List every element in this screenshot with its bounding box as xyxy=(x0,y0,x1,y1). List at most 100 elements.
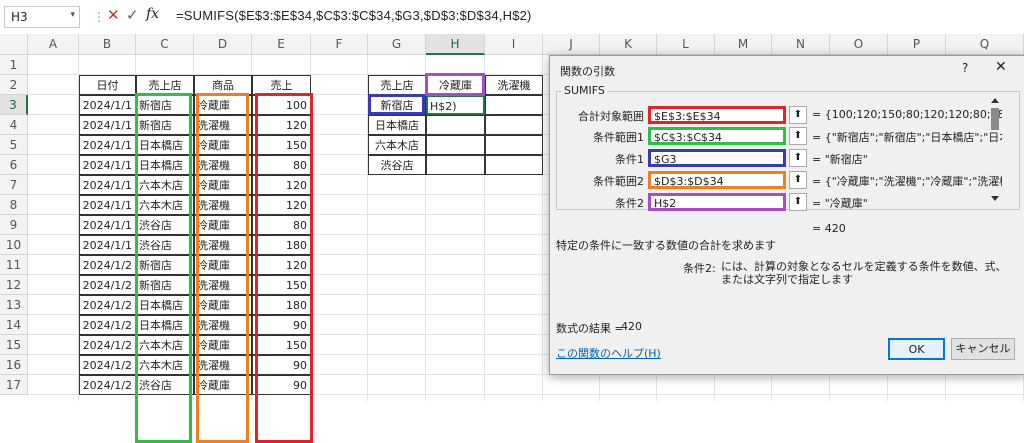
summary-store-cell[interactable]: 六本木店 xyxy=(368,135,426,155)
summary-value-cell[interactable] xyxy=(426,135,485,155)
collapse-dialog-icon[interactable]: ⬆ xyxy=(789,193,807,211)
row-header-3[interactable]: 3 xyxy=(0,95,28,115)
equals-sign: = xyxy=(812,153,822,166)
check-icon[interactable]: ✓ xyxy=(126,6,139,24)
summary-value-cell[interactable] xyxy=(485,155,543,175)
date-cell[interactable]: 2024/1/2 xyxy=(79,255,136,275)
date-cell[interactable]: 2024/1/1 xyxy=(79,95,136,115)
column-header-g[interactable]: G xyxy=(368,34,426,55)
summary-header-cell[interactable]: 売上店 xyxy=(368,75,426,95)
arg-result-text: {"冷蔵庫";"洗濯機";"冷蔵庫";"洗濯機 xyxy=(824,175,1002,188)
column-header-f[interactable]: F xyxy=(311,34,368,55)
date-cell[interactable]: 2024/1/1 xyxy=(79,115,136,135)
arg-input-criteria-range1[interactable]: $C$3:$C$34 xyxy=(648,127,786,145)
argument-name: 条件2: xyxy=(683,262,716,275)
row-header-14[interactable]: 14 xyxy=(0,315,28,335)
column-header-j[interactable]: J xyxy=(543,34,600,55)
column-header-k[interactable]: K xyxy=(600,34,657,55)
date-cell[interactable]: 2024/1/1 xyxy=(79,235,136,255)
dialog-title: 関数の引数 xyxy=(560,65,615,78)
column-header-h[interactable]: H xyxy=(426,34,485,55)
date-cell[interactable]: 2024/1/1 xyxy=(79,135,136,155)
column-header-c[interactable]: C xyxy=(136,34,194,55)
arg-input-criteria-range2[interactable]: $D$3:$D$34 xyxy=(648,171,786,189)
arg-input-criteria1[interactable]: $G3 xyxy=(648,149,786,167)
row-header-6[interactable]: 6 xyxy=(0,155,28,175)
row-header-9[interactable]: 9 xyxy=(0,215,28,235)
arg-input-sum-range[interactable]: $E$3:$E$34 xyxy=(648,106,786,124)
equals-sign: = xyxy=(812,175,822,188)
column-header-o[interactable]: O xyxy=(830,34,888,55)
row-header-11[interactable]: 11 xyxy=(0,255,28,275)
column-header-e[interactable]: E xyxy=(252,34,311,55)
date-cell[interactable]: 2024/1/2 xyxy=(79,335,136,355)
name-box[interactable]: H3 ▾ xyxy=(4,6,80,28)
column-header-n[interactable]: N xyxy=(772,34,830,55)
date-cell[interactable]: 2024/1/2 xyxy=(79,315,136,335)
cancel-icon[interactable]: ✕ xyxy=(107,6,120,24)
arguments-scrollbar[interactable] xyxy=(989,96,1001,203)
date-cell[interactable]: 2024/1/1 xyxy=(79,215,136,235)
date-cell[interactable]: 2024/1/2 xyxy=(79,355,136,375)
date-cell[interactable]: 2024/1/1 xyxy=(79,175,136,195)
formula-result-label: 数式の結果 = xyxy=(556,322,624,335)
cancel-button[interactable]: キャンセル xyxy=(951,338,1015,360)
date-cell[interactable]: 2024/1/2 xyxy=(79,295,136,315)
table-header-cell[interactable]: 売上店 xyxy=(136,75,194,95)
insert-function-icon[interactable]: fx xyxy=(146,6,159,22)
column-header-m[interactable]: M xyxy=(715,34,772,55)
summary-value-cell[interactable] xyxy=(485,95,543,115)
row-header-2[interactable]: 2 xyxy=(0,75,28,95)
column-header-a[interactable]: A xyxy=(28,34,79,55)
summary-store-cell[interactable]: 日本橋店 xyxy=(368,115,426,135)
column-header-q[interactable]: Q xyxy=(946,34,1024,55)
collapse-dialog-icon[interactable]: ⬆ xyxy=(789,127,807,145)
date-cell[interactable]: 2024/1/1 xyxy=(79,195,136,215)
date-cell[interactable]: 2024/1/2 xyxy=(79,375,136,395)
date-cell[interactable]: 2024/1/1 xyxy=(79,155,136,175)
more-options-icon[interactable]: ⋮ xyxy=(93,10,105,24)
column-header-p[interactable]: P xyxy=(888,34,946,55)
row-header-15[interactable]: 15 xyxy=(0,335,28,355)
arg-label-sum-range: 合計対象範囲 xyxy=(578,110,644,123)
active-cell-h3[interactable]: H$2) xyxy=(426,95,485,115)
summary-header-cell[interactable]: 洗濯機 xyxy=(485,75,543,95)
table-header-cell[interactable]: 日付 xyxy=(79,75,136,95)
formula-result-value: 420 xyxy=(621,320,642,333)
collapse-dialog-icon[interactable]: ⬆ xyxy=(789,106,807,124)
row-header-5[interactable]: 5 xyxy=(0,135,28,155)
collapse-dialog-icon[interactable]: ⬆ xyxy=(789,171,807,189)
collapse-dialog-icon[interactable]: ⬆ xyxy=(789,149,807,167)
row-header-7[interactable]: 7 xyxy=(0,175,28,195)
summary-value-cell[interactable] xyxy=(485,115,543,135)
arg-input-criteria2[interactable]: H$2 xyxy=(648,193,786,211)
row-header-16[interactable]: 16 xyxy=(0,355,28,375)
row-header-10[interactable]: 10 xyxy=(0,235,28,255)
help-icon[interactable]: ? xyxy=(962,61,968,75)
row-header-4[interactable]: 4 xyxy=(0,115,28,135)
select-all-corner[interactable] xyxy=(0,34,28,55)
name-box-value: H3 xyxy=(11,10,28,24)
ok-button[interactable]: OK xyxy=(888,338,945,360)
summary-value-cell[interactable] xyxy=(426,155,485,175)
date-cell[interactable]: 2024/1/2 xyxy=(79,275,136,295)
chevron-down-icon[interactable]: ▾ xyxy=(70,10,75,20)
summary-value-cell[interactable] xyxy=(426,115,485,135)
row-header-1[interactable]: 1 xyxy=(0,55,28,75)
row-header-17[interactable]: 17 xyxy=(0,375,28,395)
summary-store-cell[interactable]: 渋谷店 xyxy=(368,155,426,175)
row-header-12[interactable]: 12 xyxy=(0,275,28,295)
table-header-cell[interactable]: 商品 xyxy=(194,75,252,95)
column-header-l[interactable]: L xyxy=(657,34,715,55)
close-icon[interactable]: ✕ xyxy=(995,59,1007,75)
row-header-8[interactable]: 8 xyxy=(0,195,28,215)
column-header-b[interactable]: B xyxy=(79,34,136,55)
formula-input[interactable]: =SUMIFS($E$3:$E$34,$C$3:$C$34,$G3,$D$3:$… xyxy=(176,8,532,23)
function-help-link[interactable]: この関数のヘルプ(H) xyxy=(556,345,661,361)
column-header-d[interactable]: D xyxy=(194,34,252,55)
table-header-cell[interactable]: 売上 xyxy=(252,75,311,95)
column-header-i[interactable]: I xyxy=(485,34,543,55)
row-header-13[interactable]: 13 xyxy=(0,295,28,315)
summary-value-cell[interactable] xyxy=(485,135,543,155)
equals-sign: = xyxy=(812,108,822,121)
